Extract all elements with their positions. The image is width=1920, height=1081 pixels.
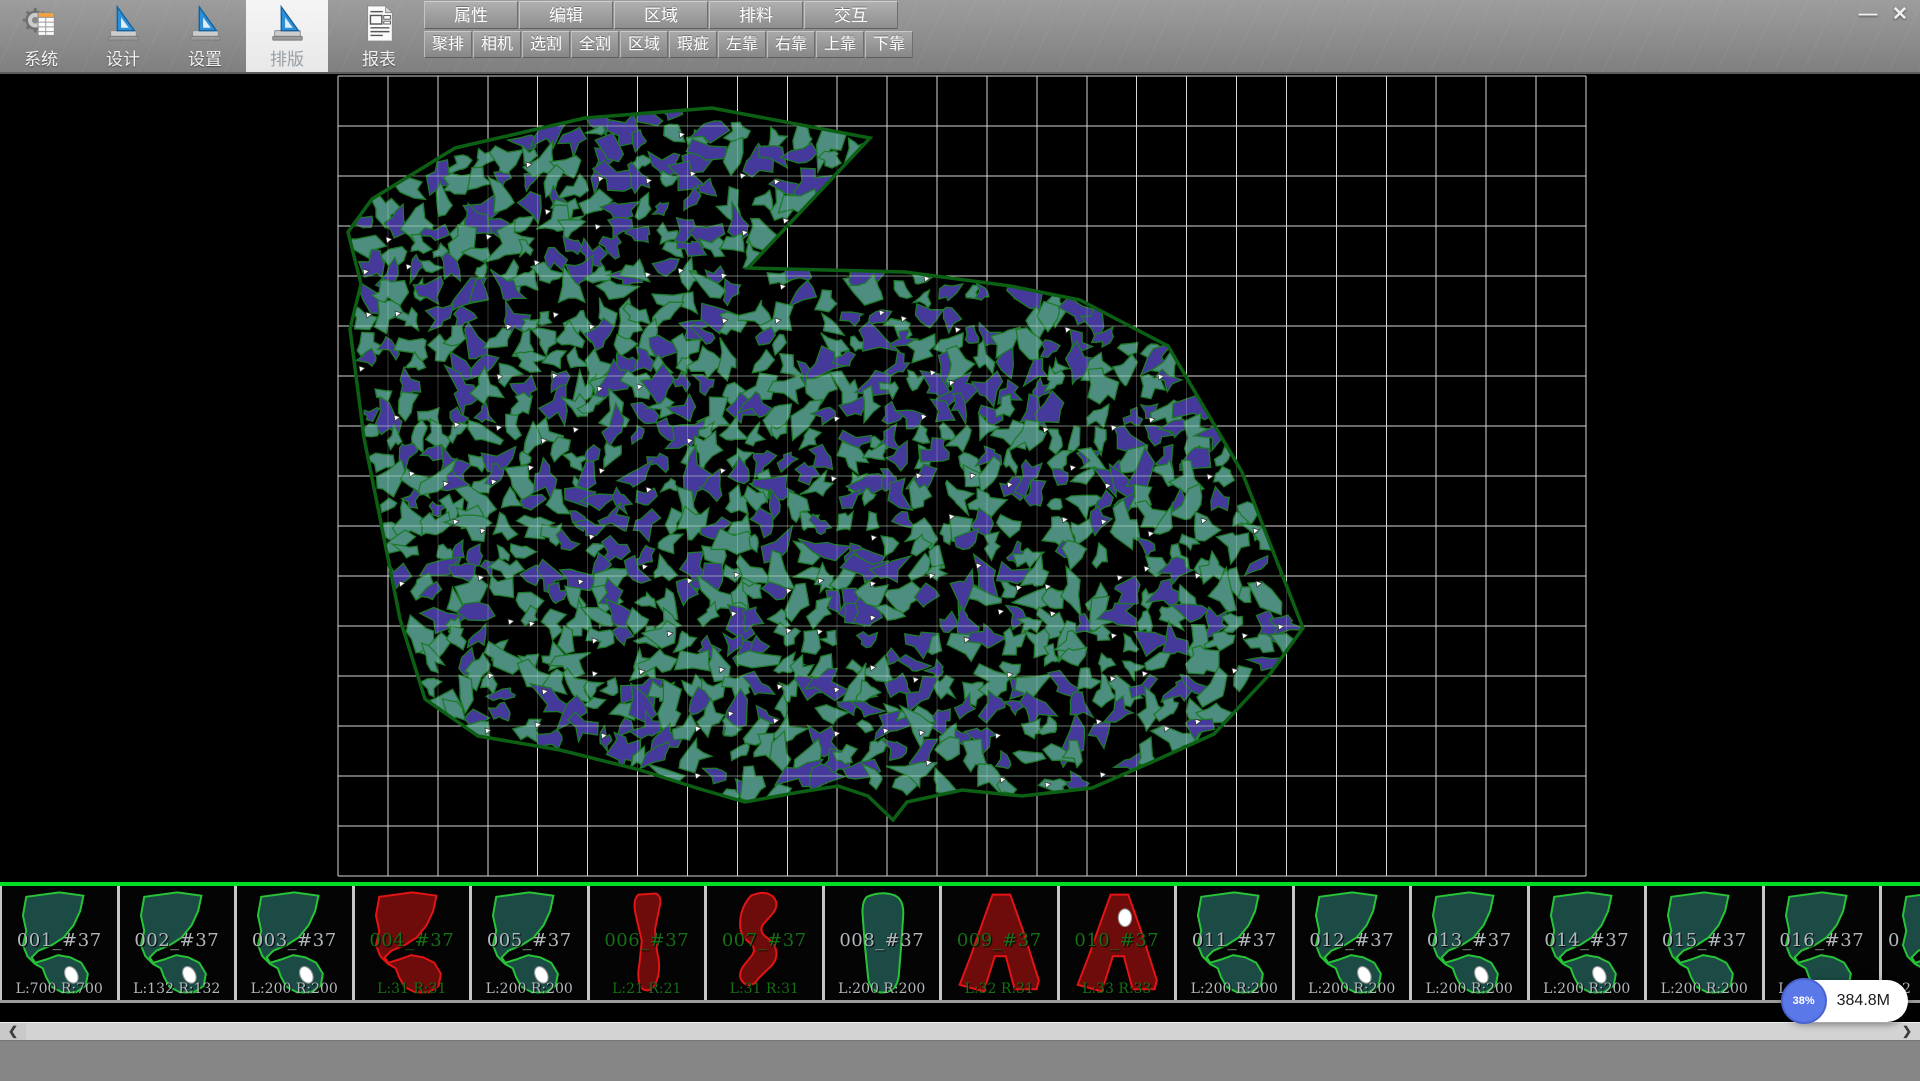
app-button-nesting[interactable]: 排版 [246,0,328,72]
piece-lr-count: L:31 R:31 [707,981,822,997]
menu-tab[interactable]: 排料 [709,1,803,29]
piece-name: 009_#37 [942,930,1057,951]
piece-thumbnail[interactable]: 010_#37 L:33 R:33 [1060,886,1178,1000]
action-button[interactable]: 相机 [473,31,521,58]
piece-thumbnail[interactable]: 003_#37 L:200 R:200 [237,886,355,1000]
status-bar [0,1040,1920,1081]
app-button-label: 报表 [362,50,396,70]
piece-name: 0 [1882,930,1920,951]
scroll-left-arrow[interactable]: ❮ [0,1023,26,1040]
nesting-canvas[interactable] [0,72,1920,882]
piece-name: 004_#37 [355,930,470,951]
download-progress-badge[interactable]: 38% 384.8M [1781,978,1908,1024]
piece-lr-count: L:31 R:31 [355,981,470,997]
action-button[interactable]: 右靠 [767,31,815,58]
piece-name: 003_#37 [237,930,352,951]
piece-name: 015_#37 [1647,930,1762,951]
action-button[interactable]: 左靠 [718,31,766,58]
piece-name: 011_#37 [1177,930,1292,951]
action-button-bar: 聚排相机选割全割区域瑕疵左靠右靠上靠下靠 [424,31,914,58]
minimize-button[interactable]: — [1852,2,1884,28]
progress-circle: 38% [1781,978,1827,1024]
nesting-icon [268,4,306,50]
menu-tab[interactable]: 属性 [424,1,518,29]
close-button[interactable]: ✕ [1884,2,1916,28]
action-button[interactable]: 全割 [571,31,619,58]
progress-size: 384.8M [1837,992,1890,1010]
piece-name: 007_#37 [707,930,822,951]
piece-lr-count: L:200 R:200 [237,981,352,997]
piece-lr-count: L:200 R:200 [1412,981,1527,997]
piece-name: 006_#37 [590,930,705,951]
piece-name: 013_#37 [1412,930,1527,951]
piece-name: 005_#37 [472,930,587,951]
piece-lr-count: L:200 R:200 [1647,981,1762,997]
app-button-label: 设计 [106,50,140,70]
progress-percent: 38% [1793,995,1815,1007]
piece-thumbnail[interactable]: 001_#37 L:700 R:700 [0,886,120,1000]
app-button-label: 系统 [24,50,58,70]
menu-tab[interactable]: 编辑 [519,1,613,29]
piece-name: 008_#37 [825,930,940,951]
piece-thumbnail[interactable]: 014_#37 L:200 R:200 [1530,886,1648,1000]
piece-thumbnail[interactable]: 007_#37 L:31 R:31 [707,886,825,1000]
piece-lr-count: L:200 R:200 [1295,981,1410,997]
piece-name: 016_#37 [1765,930,1880,951]
app-button-label: 排版 [270,50,304,70]
app-button-report[interactable]: 报表 [338,0,420,72]
piece-lr-count: L:32 R:31 [942,981,1057,997]
piece-thumbnail[interactable]: 013_#37 L:200 R:200 [1412,886,1530,1000]
action-button[interactable]: 上靠 [816,31,864,58]
piece-strip-panel: 001_#37L:700 R:700 002_#37L:132 R:132 00… [0,882,1920,1003]
piece-lr-count: L:21 R:21 [590,981,705,997]
piece-lr-count: L:33 R:33 [1060,981,1175,997]
piece-name: 014_#37 [1530,930,1645,951]
app-button-system[interactable]: 系统 [0,0,82,72]
action-button[interactable]: 聚排 [424,31,472,58]
menu-tab[interactable]: 交互 [804,1,898,29]
canvas-svg [0,72,1920,882]
piece-name: 002_#37 [120,930,235,951]
piece-name: 012_#37 [1295,930,1410,951]
piece-lr-count: L:200 R:200 [472,981,587,997]
action-button[interactable]: 瑕疵 [669,31,717,58]
piece-name: 010_#37 [1060,930,1175,951]
app-mode-bar: 系统 设计 设置 排版 报表 [0,0,420,72]
piece-thumbnail[interactable]: 008_#37 L:200 R:200 [825,886,943,1000]
piece-lr-count: L:200 R:200 [1530,981,1645,997]
horizontal-scrollbar[interactable]: ❮ ❯ [0,1022,1920,1040]
app-button-label: 设置 [188,50,222,70]
settings-icon [186,4,224,50]
design-icon [104,4,142,50]
piece-thumbnail[interactable]: 005_#37 L:200 R:200 [472,886,590,1000]
report-icon [360,4,398,50]
window-controls: — ✕ [1852,2,1916,28]
piece-thumbnail[interactable]: 009_#37 L:32 R:31 [942,886,1060,1000]
main-toolbar: 系统 设计 设置 排版 报表 属性编辑区域排料交互 聚排相机选割全割区域瑕疵左靠… [0,0,1920,74]
scroll-right-arrow[interactable]: ❯ [1894,1023,1920,1040]
piece-lr-count: L:200 R:200 [1177,981,1292,997]
piece-thumbnail[interactable]: 004_#37 L:31 R:31 [355,886,473,1000]
menu-tab[interactable]: 区域 [614,1,708,29]
action-button[interactable]: 区域 [620,31,668,58]
piece-lr-count: L:200 R:200 [825,981,940,997]
app-button-design[interactable]: 设计 [82,0,164,72]
piece-thumbnail[interactable]: 006_#37 L:21 R:21 [590,886,708,1000]
piece-name: 001_#37 [2,930,117,951]
piece-thumbnail[interactable]: 011_#37 L:200 R:200 [1177,886,1295,1000]
action-button[interactable]: 下靠 [865,31,913,58]
piece-lr-count: L:700 R:700 [2,981,117,997]
menu-tab-bar: 属性编辑区域排料交互 [424,1,899,29]
system-icon [22,4,60,50]
piece-lr-count: L:132 R:132 [120,981,235,997]
piece-thumbnail[interactable]: 015_#37 L:200 R:200 [1647,886,1765,1000]
action-button[interactable]: 选割 [522,31,570,58]
piece-thumbnail[interactable]: 002_#37 L:132 R:132 [120,886,238,1000]
film-strip: 001_#37L:700 R:700 002_#37L:132 R:132 00… [0,886,1920,1003]
app-button-settings[interactable]: 设置 [164,0,246,72]
piece-thumbnail[interactable]: 012_#37 L:200 R:200 [1295,886,1413,1000]
